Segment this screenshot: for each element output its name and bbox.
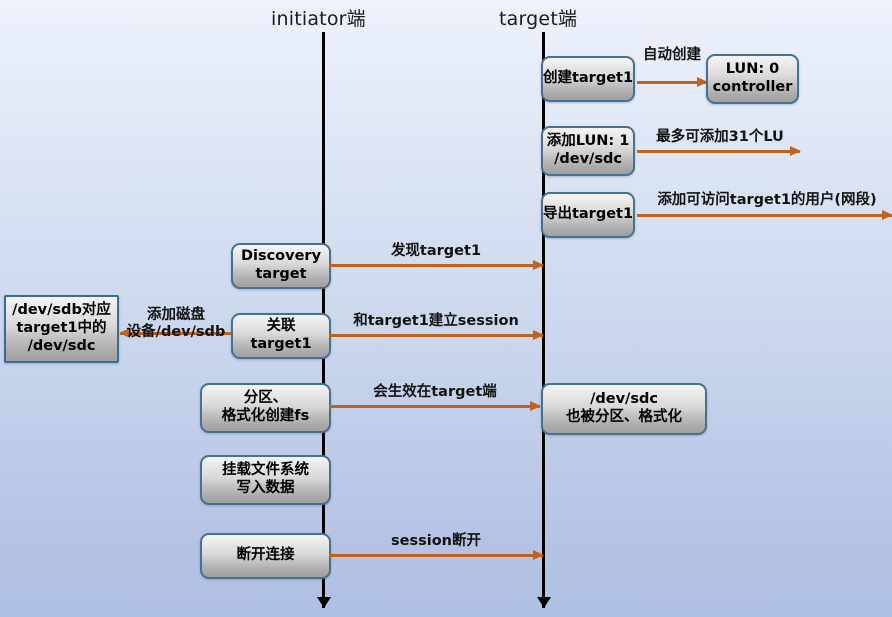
node-sdc-also-formatted[interactable]: /dev/sdc 也被分区、格式化	[541, 383, 707, 435]
node-sdc-also-formatted-line-1: /dev/sdc	[590, 391, 658, 408]
arrow-add-allowed-user	[637, 210, 892, 220]
node-associate-target1[interactable]: 关联 target1	[231, 313, 331, 359]
arrow-auto-create	[637, 77, 708, 87]
node-mount-write-line-1: 挂载文件系统	[222, 462, 309, 479]
node-disconnect-line-1: 断开连接	[236, 547, 295, 564]
node-sdc-also-formatted-line-2: 也被分区、格式化	[566, 409, 682, 425]
node-discovery-target-line-1: Discovery	[240, 248, 322, 265]
node-discovery-target-line-2: target	[255, 266, 307, 282]
arrow-session-close-head	[533, 550, 544, 560]
lifeline-header-initiator: initiator端	[271, 8, 366, 30]
sequence-diagram-canvas: initiator端 target端 创建target1 自动创建 LUN: 0…	[0, 0, 892, 617]
node-export-target1-line-1: 导出target1	[542, 206, 634, 223]
node-partition-format[interactable]: 分区、 格式化创建fs	[200, 383, 331, 433]
arrow-effective-target	[329, 401, 541, 411]
arrow-label-session-close: session断开	[391, 533, 481, 549]
node-lun0-controller-line-1: LUN: 0	[725, 61, 780, 78]
node-lun0-controller[interactable]: LUN: 0 controller	[706, 54, 799, 104]
arrow-label-max-31-lu: 最多可添加31个LU	[656, 129, 784, 145]
arrow-add-allowed-user-head	[882, 210, 892, 220]
arrow-label-effective-target: 会生效在target端	[373, 384, 497, 400]
node-sdb-maps-sdc-line-2: target1中的	[16, 320, 107, 337]
arrow-label-build-session: 和target1建立session	[353, 313, 519, 329]
node-associate-target1-line-2: target1	[250, 336, 312, 352]
node-add-lun1[interactable]: 添加LUN: 1 /dev/sdc	[541, 126, 635, 176]
arrow-max-31-lu-head	[790, 146, 801, 156]
node-partition-format-line-2: 格式化创建fs	[221, 408, 310, 424]
node-create-target1[interactable]: 创建target1	[541, 56, 635, 102]
node-disconnect[interactable]: 断开连接	[200, 533, 331, 579]
node-add-lun1-line-2: /dev/sdc	[554, 151, 622, 167]
lifeline-target-arrowhead	[536, 597, 551, 608]
node-sdb-maps-sdc[interactable]: /dev/sdb对应 target1中的 /dev/sdc	[4, 295, 119, 363]
arrow-max-31-lu	[637, 146, 801, 156]
node-export-target1[interactable]: 导出target1	[541, 192, 635, 238]
node-sdb-maps-sdc-line-1: /dev/sdb对应	[12, 302, 111, 319]
node-associate-target1-line-1: 关联	[266, 318, 296, 335]
lifeline-header-target: target端	[499, 8, 578, 30]
lifeline-target	[542, 32, 545, 608]
node-lun0-controller-line-2: controller	[712, 79, 793, 95]
arrow-label-discover-target1: 发现target1	[390, 243, 482, 259]
node-mount-write[interactable]: 挂载文件系统 写入数据	[200, 455, 331, 505]
arrow-label-auto-create: 自动创建	[643, 47, 701, 63]
lifeline-initiator-arrowhead	[316, 597, 331, 608]
arrow-label-add-disk-device: 添加磁盘 设备/dev/sdb	[126, 307, 226, 341]
node-create-target1-line-1: 创建target1	[542, 70, 634, 87]
arrow-build-session-head	[533, 330, 544, 340]
node-partition-format-line-1: 分区、	[243, 390, 288, 407]
arrow-build-session	[329, 330, 544, 340]
node-mount-write-line-2: 写入数据	[236, 480, 295, 496]
node-discovery-target[interactable]: Discovery target	[231, 243, 331, 289]
node-add-lun1-line-1: 添加LUN: 1	[546, 133, 630, 150]
arrow-label-add-allowed-user: 添加可访问target1的用户(网段)	[657, 192, 877, 208]
arrow-discover-target1	[329, 260, 544, 270]
arrow-effective-target-head	[530, 401, 541, 411]
node-sdb-maps-sdc-line-3: /dev/sdc	[27, 337, 96, 354]
arrow-discover-target1-head	[533, 260, 544, 270]
arrow-session-close	[329, 550, 544, 560]
